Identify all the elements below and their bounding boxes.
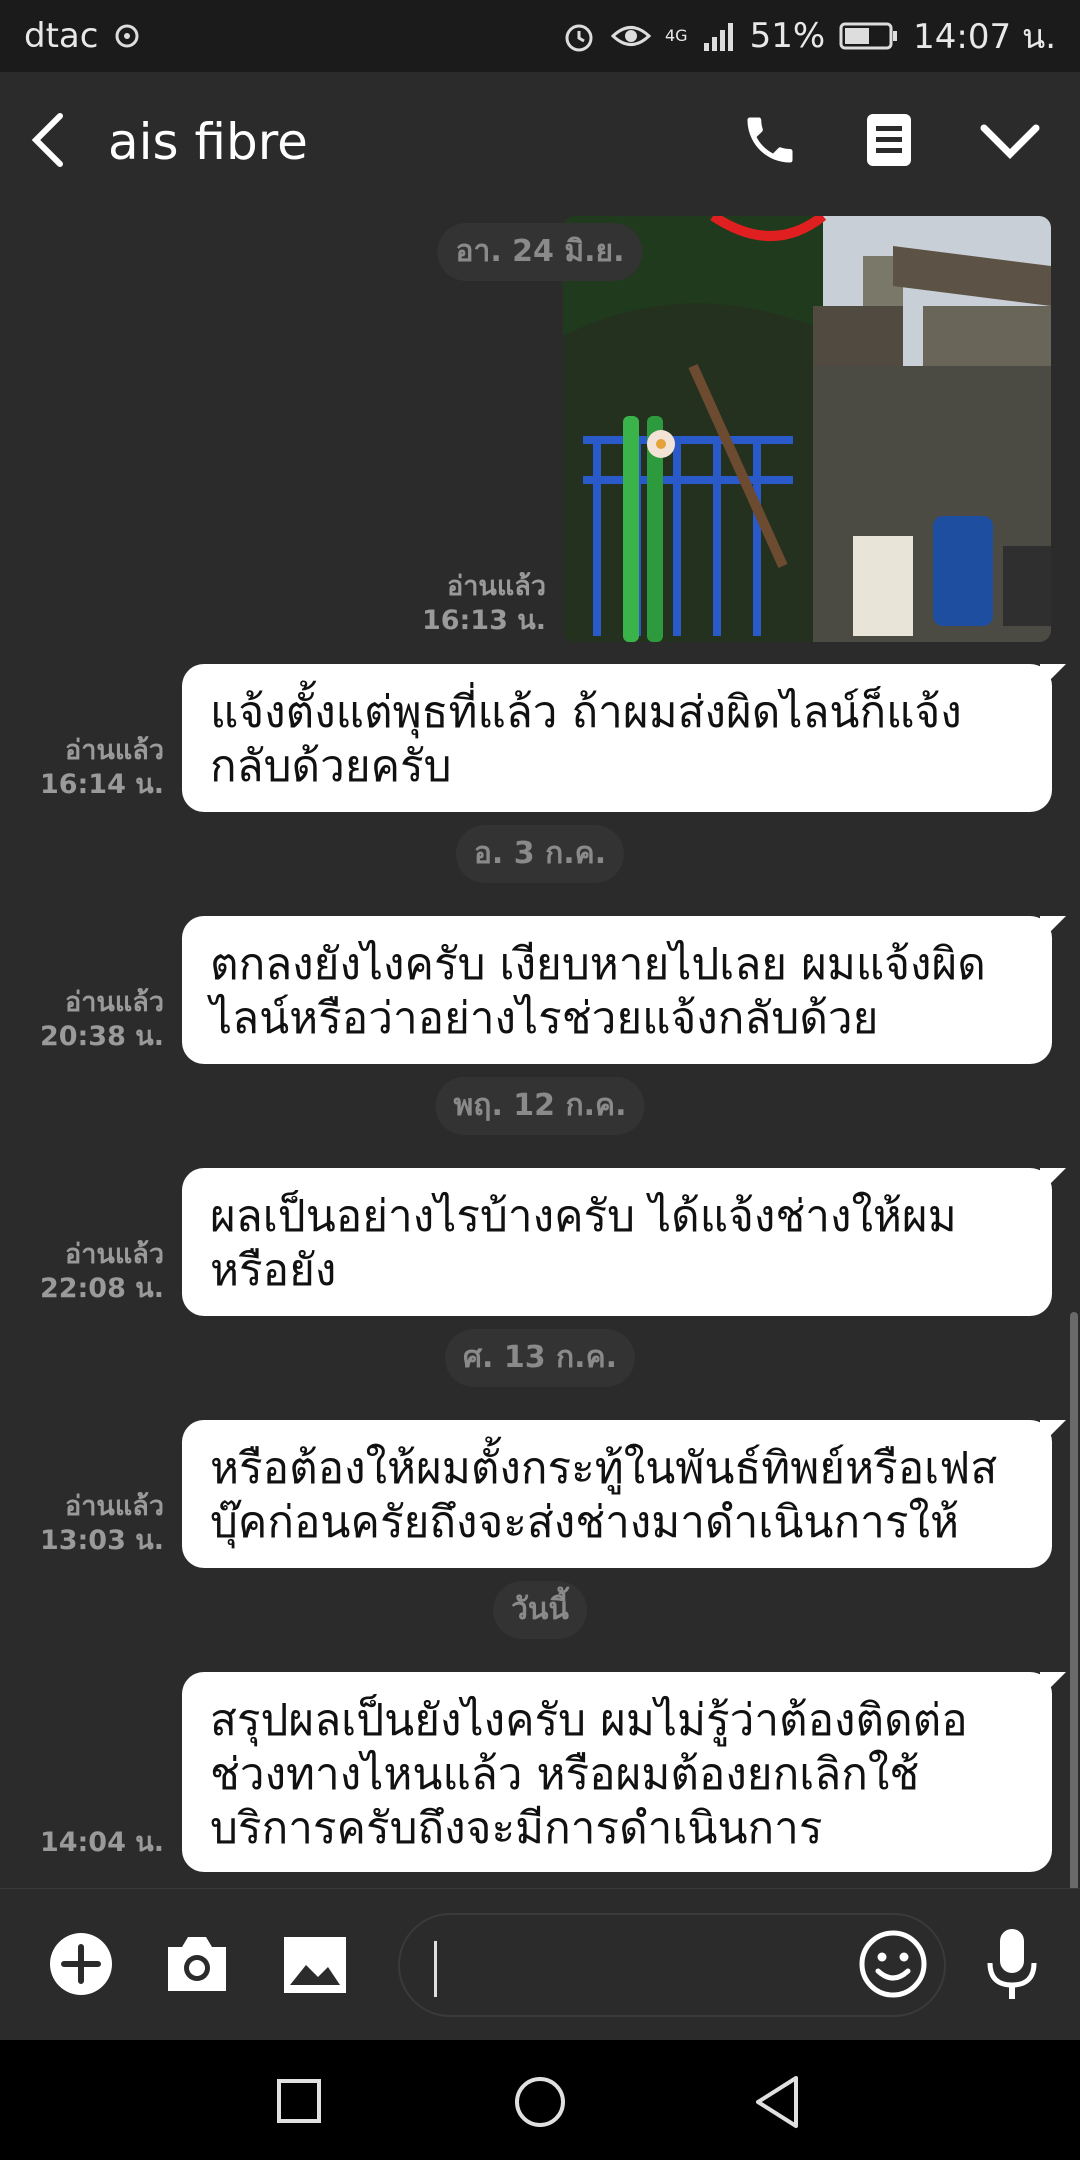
network-type: 4G <box>665 26 688 45</box>
message-time: 16:14 น. <box>39 769 164 800</box>
message-bubble[interactable]: สรุปผลเป็นยังไงครับ ผมไม่รู้ว่าต้องติดต่… <box>182 1672 1066 1872</box>
message-meta: อ่านแล้ว 16:14 น. <box>20 734 164 802</box>
notes-icon[interactable] <box>864 110 914 174</box>
alarm-icon <box>561 18 597 54</box>
clock: 14:07 น. <box>913 17 1056 57</box>
read-receipt: อ่านแล้ว <box>447 571 546 602</box>
message-meta: อ่านแล้ว 16:13 น. <box>400 570 546 638</box>
signal-icon <box>702 19 736 53</box>
message-line: กลับด้วยครับ <box>210 741 452 792</box>
status-bar: dtac 4G 51% 14:07 น. <box>0 0 1080 72</box>
date-separator: ศ. 13 ก.ค. <box>444 1329 636 1387</box>
message-line: ช่วงทางไหนแล้ว หรือผมต้องยกเลิกใช้ <box>210 1749 920 1800</box>
message-line: หรือต้องให้ผมตั้งกระทู้ในพันธ์ทิพย์หรือเ… <box>210 1443 998 1494</box>
message-bubble[interactable]: หรือต้องให้ผมตั้งกระทู้ในพันธ์ทิพย์หรือเ… <box>182 1420 1066 1568</box>
message-time: 22:08 น. <box>39 1273 164 1304</box>
back-icon[interactable] <box>752 2074 802 2134</box>
message-line: แจ้งตั้งแต่พุธที่แล้ว ถ้าผมส่งผิดไลน์ก็แ… <box>210 687 962 738</box>
message-bubble[interactable]: ผลเป็นอย่างไรบ้างครับ ได้แจ้งช่างให้ผม ห… <box>182 1168 1066 1316</box>
message-time: 14:04 น. <box>39 1827 164 1858</box>
battery-percent: 51% <box>749 16 826 56</box>
recents-icon[interactable] <box>276 2078 322 2128</box>
phone-icon[interactable] <box>740 110 800 174</box>
battery-icon <box>839 21 899 51</box>
message-line: หรือยัง <box>210 1245 337 1296</box>
message-list[interactable]: อา. 24 มิ.ย. อ่านแล้ว 16:13 น. อ่านแล้ว … <box>0 212 1080 1888</box>
message-meta: 14:04 น. <box>20 1826 164 1860</box>
chat-title: ais fibre <box>108 113 308 171</box>
message-meta: อ่านแล้ว 13:03 น. <box>20 1490 164 1558</box>
read-receipt: อ่านแล้ว <box>65 1491 164 1522</box>
message-line: บริการครับถึงจะมีการดำเนินการ <box>210 1803 823 1854</box>
image-icon[interactable] <box>282 1935 348 1999</box>
message-time: 16:13 น. <box>421 605 546 636</box>
chevron-down-icon[interactable] <box>978 118 1042 166</box>
date-separator: อา. 24 มิ.ย. <box>437 223 643 281</box>
read-receipt: อ่านแล้ว <box>65 987 164 1018</box>
message-line: ผลเป็นอย่างไรบ้างครับ ได้แจ้งช่างให้ผม <box>210 1191 957 1242</box>
message-line: บุ๊คก่อนครัยถึงจะส่งช่างมาดำเนินการให้ <box>210 1497 959 1548</box>
photo-message[interactable] <box>563 216 1051 642</box>
date-separator: พฤ. 12 ก.ค. <box>435 1077 645 1135</box>
date-separator: วันนี้ <box>493 1581 587 1639</box>
message-bubble[interactable]: แจ้งตั้งแต่พุธที่แล้ว ถ้าผมส่งผิดไลน์ก็แ… <box>182 664 1066 812</box>
back-arrow-icon[interactable] <box>28 110 68 174</box>
vpn-icon <box>112 21 142 51</box>
eye-comfort-icon <box>611 21 651 51</box>
read-receipt: อ่านแล้ว <box>65 735 164 766</box>
home-icon[interactable] <box>513 2075 567 2133</box>
system-nav-bar <box>0 2040 1080 2160</box>
carrier-label: dtac <box>24 16 99 56</box>
read-receipt: อ่านแล้ว <box>65 1239 164 1270</box>
emoji-icon[interactable] <box>858 1929 928 2003</box>
message-meta: อ่านแล้ว 20:38 น. <box>20 986 164 1054</box>
message-bubble[interactable]: ตกลงยังไงครับ เงียบหายไปเลย ผมแจ้งผิด ไล… <box>182 916 1066 1064</box>
message-time: 13:03 น. <box>39 1525 164 1556</box>
message-input[interactable] <box>430 1935 814 1997</box>
message-time: 20:38 น. <box>39 1021 164 1052</box>
composer-bar <box>0 1888 1080 2040</box>
message-line: ตกลงยังไงครับ เงียบหายไปเลย ผมแจ้งผิด <box>210 939 986 990</box>
microphone-icon[interactable] <box>984 1927 1040 2007</box>
message-line: ไลน์หรือว่าอย่างไรช่วยแจ้งกลับด้วย <box>210 993 879 1044</box>
plus-icon[interactable] <box>48 1931 114 2001</box>
camera-icon[interactable] <box>164 1933 230 1999</box>
scrollbar[interactable] <box>1070 1312 1078 1888</box>
message-meta: อ่านแล้ว 22:08 น. <box>20 1238 164 1306</box>
message-line: สรุปผลเป็นยังไงครับ ผมไม่รู้ว่าต้องติดต่… <box>210 1695 968 1746</box>
chat-header: ais fibre <box>0 72 1080 212</box>
date-separator: อ. 3 ก.ค. <box>455 825 625 883</box>
